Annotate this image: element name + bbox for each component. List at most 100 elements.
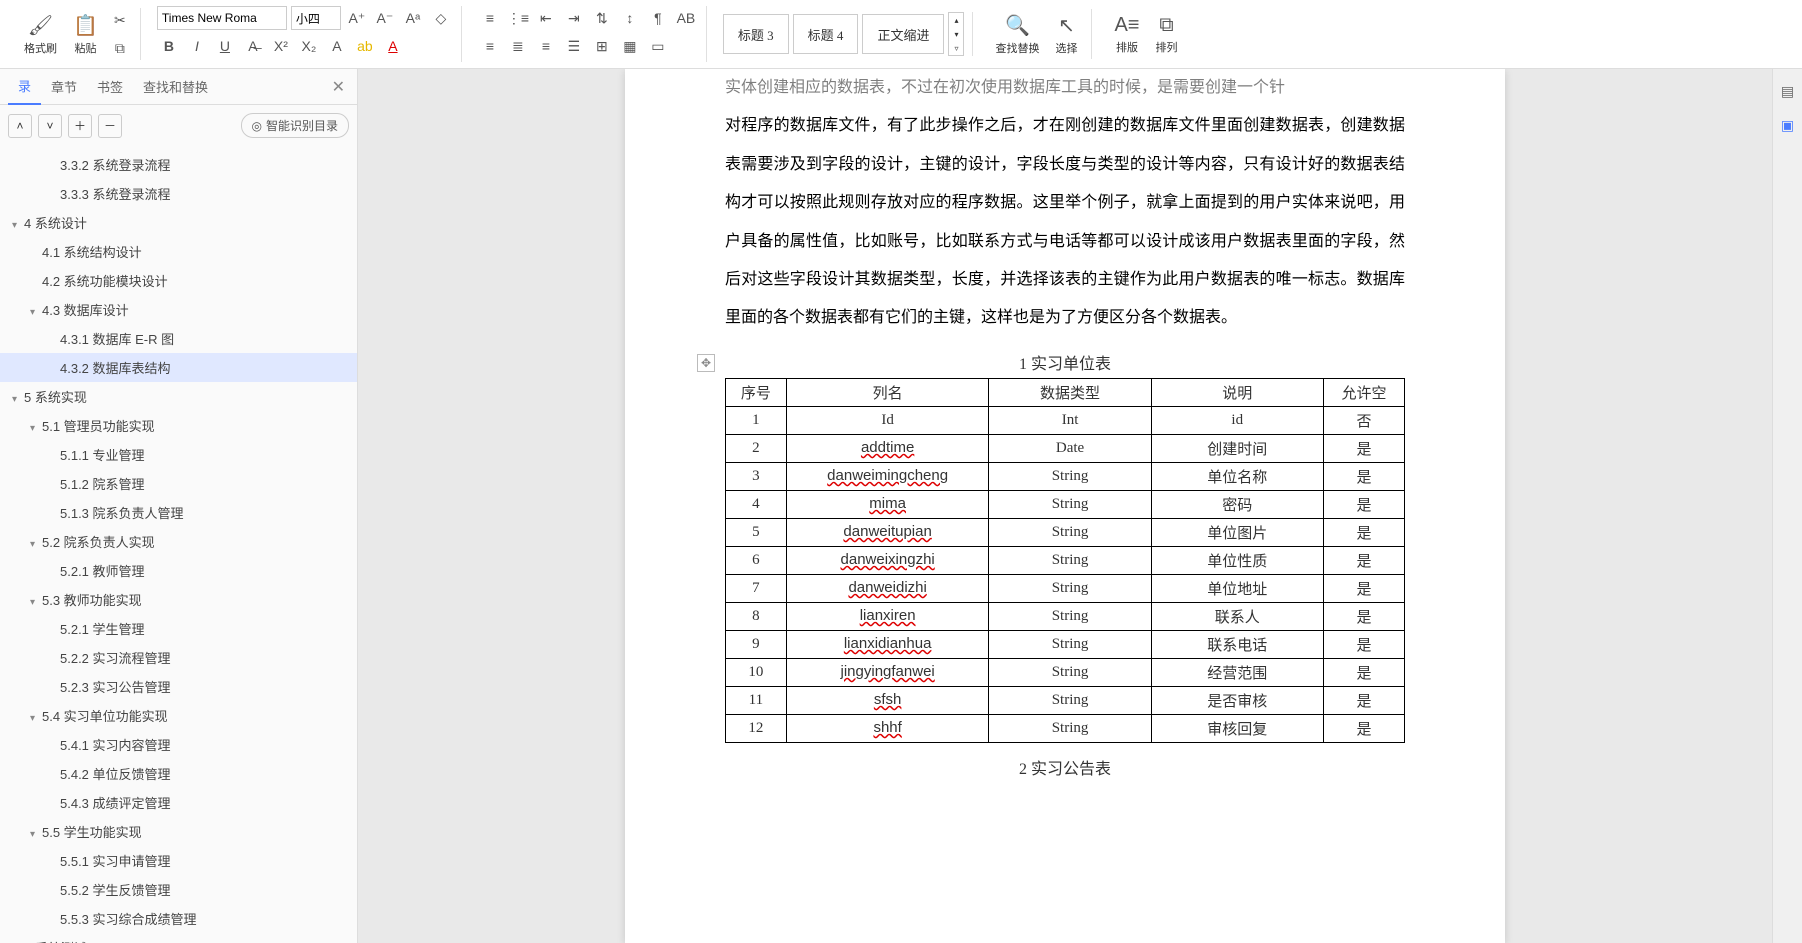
table-cell[interactable]: danweimingcheng	[786, 462, 989, 490]
table-cell[interactable]: 是否审核	[1151, 686, 1323, 714]
line-spacing-button[interactable]: ⇅	[590, 6, 614, 30]
font-color-button[interactable]: A	[381, 34, 405, 58]
table-cell[interactable]: String	[989, 546, 1151, 574]
table-cell[interactable]: String	[989, 658, 1151, 686]
outline-item[interactable]: ▾5.4 实习单位功能实现	[0, 701, 357, 730]
table-move-handle[interactable]: ✥	[697, 354, 715, 372]
style-body-indent[interactable]: 正文缩进	[862, 14, 944, 54]
table-cell[interactable]: 7	[726, 574, 787, 602]
outline-item[interactable]: 5.1.1 专业管理	[0, 440, 357, 469]
select-button[interactable]: ↖ 选择	[1049, 9, 1083, 59]
font-size-select[interactable]	[291, 6, 341, 30]
table-cell[interactable]: lianxidianhua	[786, 630, 989, 658]
table-cell[interactable]: 是	[1323, 602, 1404, 630]
table-cell[interactable]: 5	[726, 518, 787, 546]
table-cell[interactable]: 是	[1323, 630, 1404, 658]
align-justify-button[interactable]: ☰	[562, 34, 586, 58]
format-painter-button[interactable]: 🖌 格式刷	[18, 9, 63, 59]
outline-item[interactable]: ▾5.2 院系负责人实现	[0, 527, 357, 556]
table-cell[interactable]: 是	[1323, 462, 1404, 490]
outline-item[interactable]: 5.5.2 学生反馈管理	[0, 875, 357, 904]
rail-icon-1[interactable]: ▤	[1776, 79, 1800, 103]
table-cell[interactable]: String	[989, 630, 1151, 658]
outline-item[interactable]: ▾4 系统设计	[0, 208, 357, 237]
tab-chapter[interactable]: 章节	[41, 69, 87, 104]
outline-item[interactable]: ▾4.3 数据库设计	[0, 295, 357, 324]
table-cell[interactable]: 12	[726, 714, 787, 742]
sidebar-close-button[interactable]: ✕	[328, 73, 349, 101]
outline-item[interactable]: 3.3.3 系统登录流程	[0, 179, 357, 208]
outline-item[interactable]: 5.2.2 实习流程管理	[0, 643, 357, 672]
text-direction-button[interactable]: AB	[674, 6, 698, 30]
align-left-button[interactable]: ≡	[478, 34, 502, 58]
document-viewport[interactable]: 实体创建相应的数据表，不过在初次使用数据库工具的时候，是需要创建一个针 对程序的…	[358, 69, 1772, 943]
outline-item[interactable]: 4.3.2 数据库表结构	[0, 353, 357, 382]
outline-item[interactable]: 5.5.1 实习申请管理	[0, 846, 357, 875]
table-cell[interactable]: danweidizhi	[786, 574, 989, 602]
outline-remove-button[interactable]: －	[98, 114, 122, 138]
table-cell[interactable]: 4	[726, 490, 787, 518]
show-marks-button[interactable]: ¶	[646, 6, 670, 30]
table-cell[interactable]: 是	[1323, 490, 1404, 518]
style-heading3[interactable]: 标题 3	[723, 14, 789, 54]
outline-add-button[interactable]: ＋	[68, 114, 92, 138]
copy-button[interactable]: ⧉	[108, 36, 132, 60]
strike-button[interactable]: A̶	[241, 34, 265, 58]
tab-bookmark[interactable]: 书签	[87, 69, 133, 104]
number-list-button[interactable]: ⋮≡	[506, 6, 530, 30]
find-replace-button[interactable]: 🔍 查找替换	[989, 9, 1045, 59]
outline-item[interactable]: 4.2 系统功能模块设计	[0, 266, 357, 295]
outline-item[interactable]: ▾5.1 管理员功能实现	[0, 411, 357, 440]
table-cell[interactable]: 密码	[1151, 490, 1323, 518]
table-cell[interactable]: danweixingzhi	[786, 546, 989, 574]
align-right-button[interactable]: ≡	[534, 34, 558, 58]
underline-button[interactable]: U	[213, 34, 237, 58]
outline-item[interactable]: 5.4.2 单位反馈管理	[0, 759, 357, 788]
table-cell[interactable]: shhf	[786, 714, 989, 742]
outline-item[interactable]: 5.4.1 实习内容管理	[0, 730, 357, 759]
smart-toc-button[interactable]: ◎ 智能识别目录	[241, 113, 350, 138]
change-case-button[interactable]: Aᵃ	[401, 6, 425, 30]
table-cell[interactable]: jingyingfanwei	[786, 658, 989, 686]
clear-format-button[interactable]: ◇	[429, 6, 453, 30]
table-cell[interactable]: 审核回复	[1151, 714, 1323, 742]
outline-item[interactable]: 5.2.1 学生管理	[0, 614, 357, 643]
increase-indent-button[interactable]: ⇥	[562, 6, 586, 30]
style-scroll[interactable]: ▴▾▿	[948, 12, 964, 56]
distribute-button[interactable]: ⊞	[590, 34, 614, 58]
table-cell[interactable]: String	[989, 602, 1151, 630]
table-cell[interactable]: 是	[1323, 658, 1404, 686]
outline-item[interactable]: ▾5 系统实现	[0, 382, 357, 411]
table-cell[interactable]: String	[989, 518, 1151, 546]
table-cell[interactable]: 单位名称	[1151, 462, 1323, 490]
outline-item[interactable]: ▾6 系统测试	[0, 933, 357, 943]
outline-item[interactable]: 5.5.3 实习综合成绩管理	[0, 904, 357, 933]
table-cell[interactable]: String	[989, 714, 1151, 742]
table-cell[interactable]: String	[989, 574, 1151, 602]
table-cell[interactable]: Date	[989, 434, 1151, 462]
border-button[interactable]: ▭	[646, 34, 670, 58]
table-cell[interactable]: 单位性质	[1151, 546, 1323, 574]
table-cell[interactable]: addtime	[786, 434, 989, 462]
table-cell[interactable]: 联系电话	[1151, 630, 1323, 658]
table-cell[interactable]: 11	[726, 686, 787, 714]
table-cell[interactable]: 是	[1323, 434, 1404, 462]
tab-outline[interactable]: 录	[8, 68, 41, 105]
bullet-list-button[interactable]: ≡	[478, 6, 502, 30]
table-cell[interactable]: 是	[1323, 518, 1404, 546]
style-heading4[interactable]: 标题 4	[793, 14, 859, 54]
table-cell[interactable]: 否	[1323, 406, 1404, 434]
table-cell[interactable]: 是	[1323, 546, 1404, 574]
table-cell[interactable]: String	[989, 462, 1151, 490]
layout-button[interactable]: A≡ 排版	[1108, 9, 1145, 59]
text-effect-button[interactable]: A	[325, 34, 349, 58]
outline-item[interactable]: ▾5.5 学生功能实现	[0, 817, 357, 846]
table-cell[interactable]: lianxiren	[786, 602, 989, 630]
table-cell[interactable]: id	[1151, 406, 1323, 434]
table-cell[interactable]: danweitupian	[786, 518, 989, 546]
outline-item[interactable]: 5.1.3 院系负责人管理	[0, 498, 357, 527]
font-name-select[interactable]	[157, 6, 287, 30]
outline-item[interactable]: 5.1.2 院系管理	[0, 469, 357, 498]
outline-up-button[interactable]: ˄	[8, 114, 32, 138]
superscript-button[interactable]: X²	[269, 34, 293, 58]
